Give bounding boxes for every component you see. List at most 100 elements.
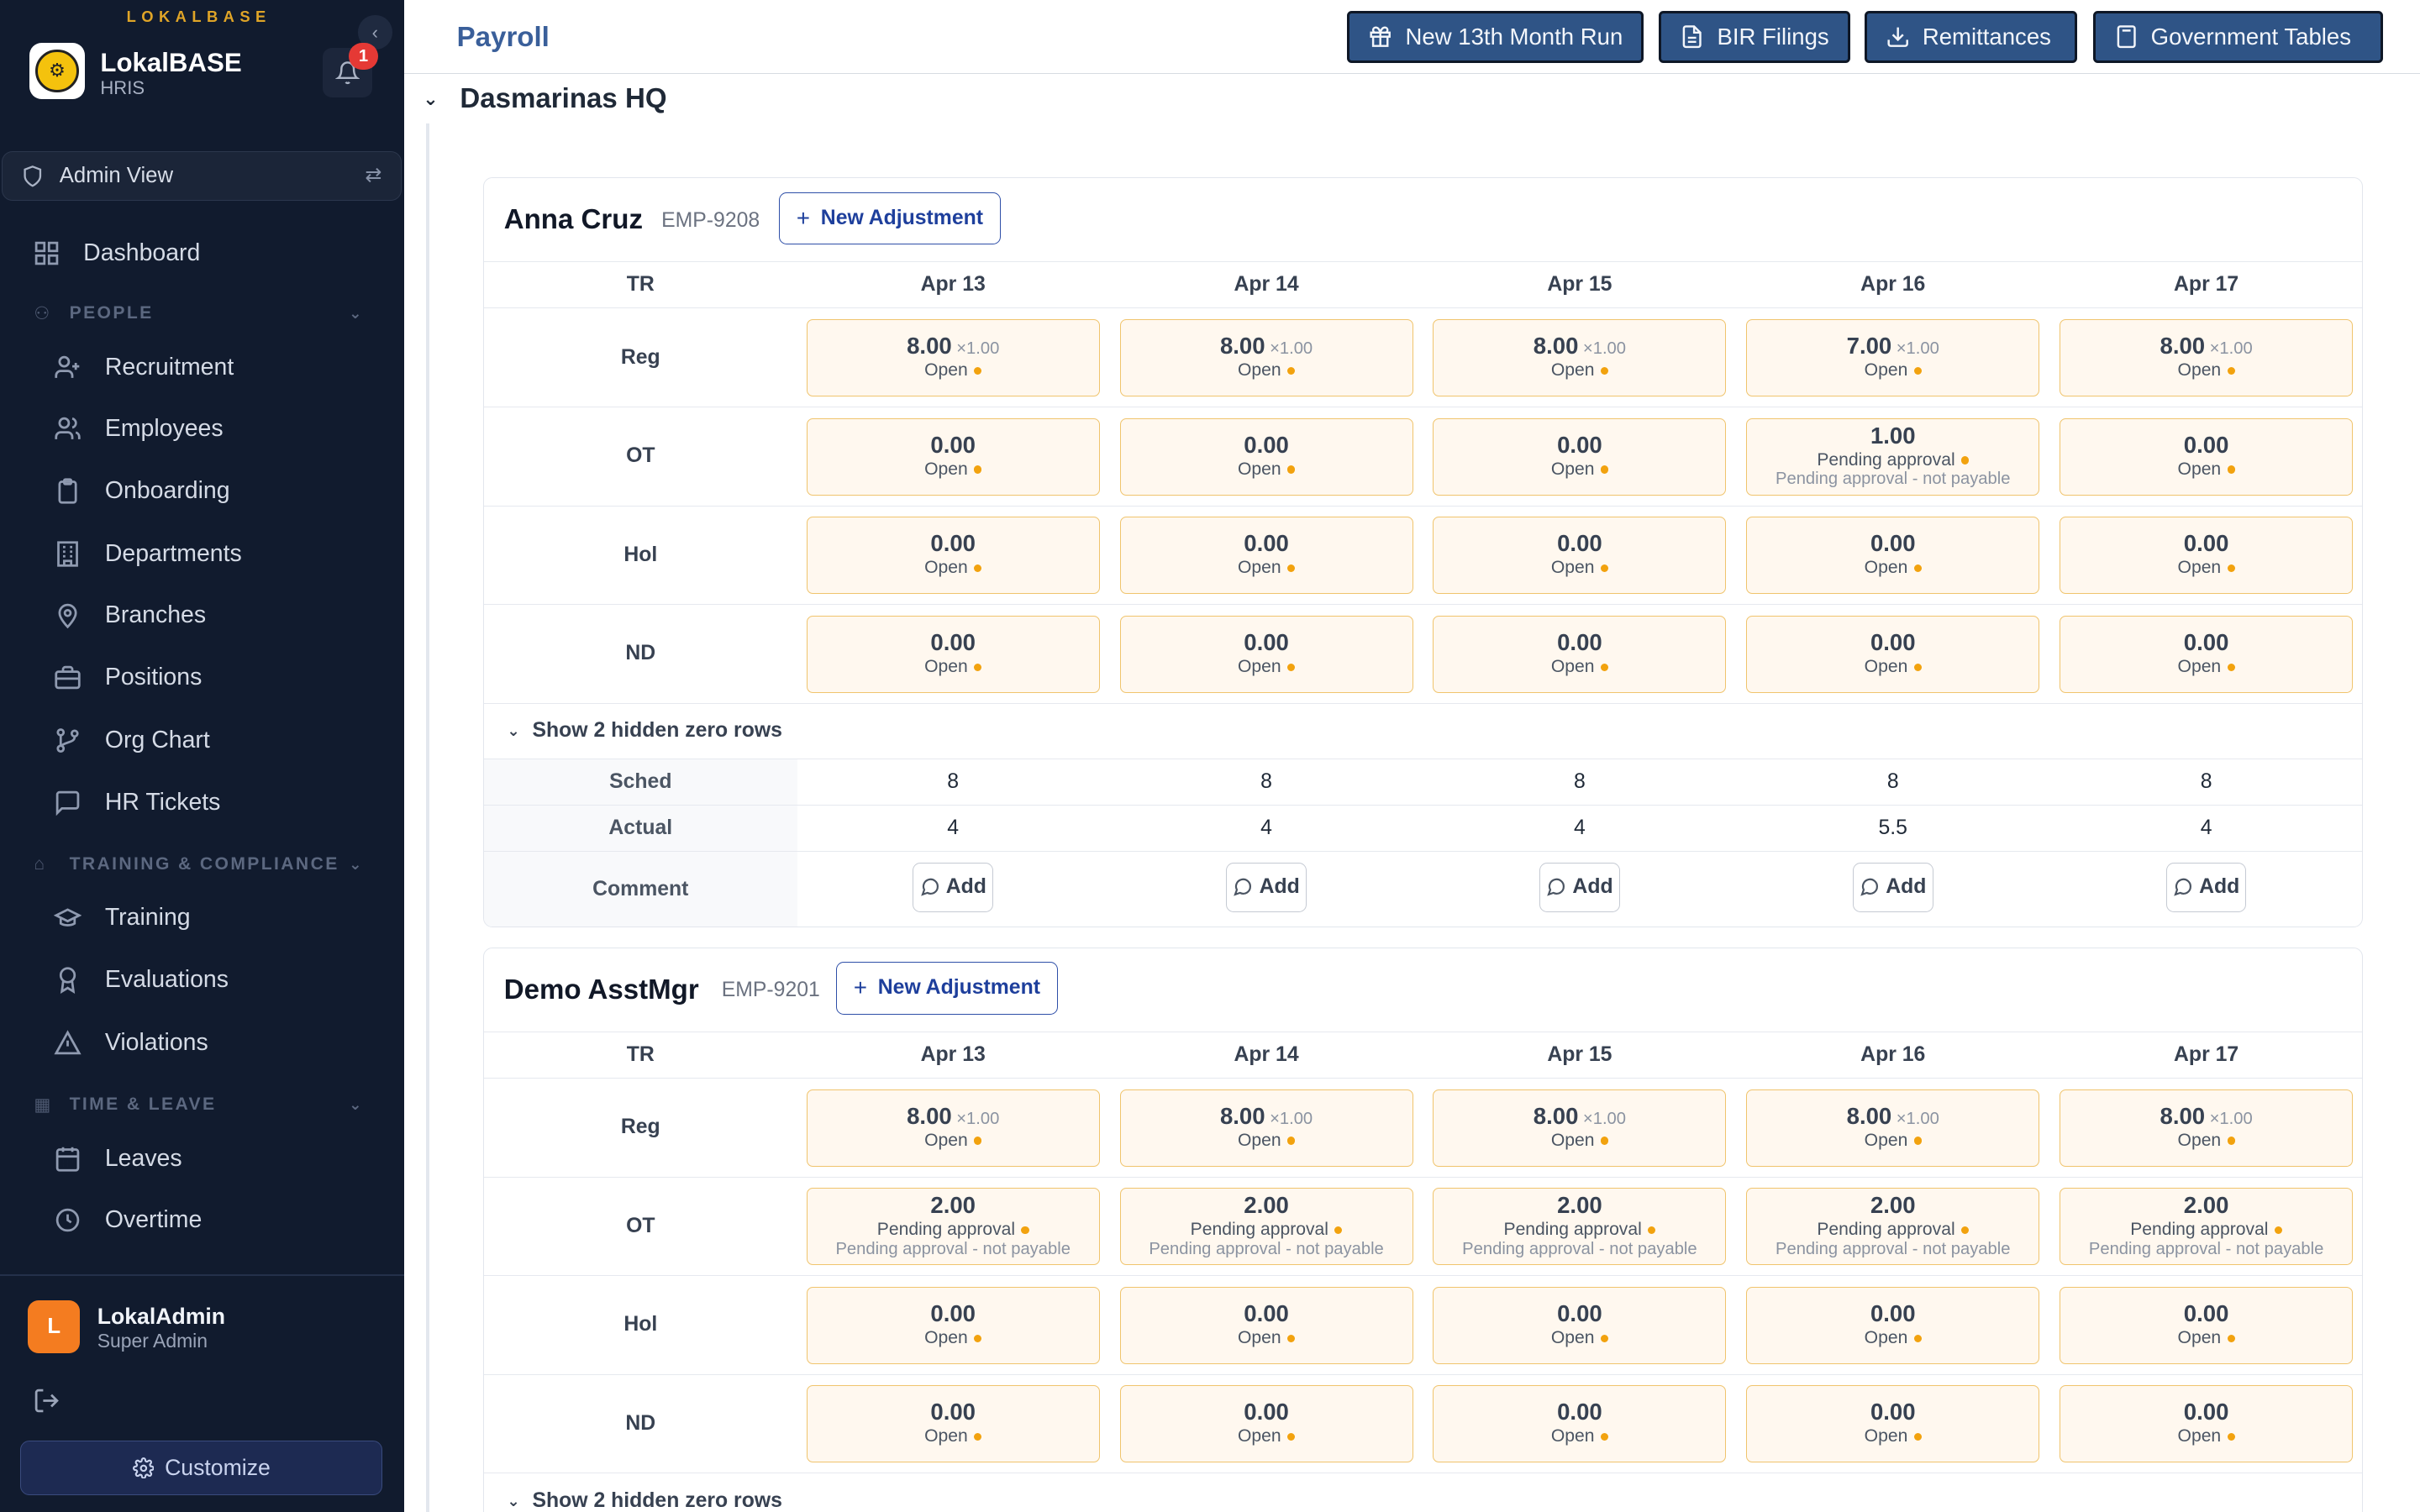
sidebar-item-onboarding[interactable]: Onboarding bbox=[52, 468, 230, 514]
status-text: Open bbox=[1864, 360, 1908, 381]
hours-cell[interactable]: 0.00 Open bbox=[1433, 1385, 1727, 1463]
hours-value: 8.00 bbox=[2160, 1102, 2206, 1129]
hours-cell[interactable]: 7.00 ×1.00 Open bbox=[1746, 319, 2040, 397]
hours-cell[interactable]: 0.00 Open bbox=[1433, 417, 1727, 496]
sidebar-item-org-chart[interactable]: Org Chart bbox=[52, 717, 210, 764]
hours-cell[interactable]: 0.00 Open bbox=[1119, 517, 1413, 595]
add-comment-button[interactable]: Add bbox=[1853, 862, 1933, 912]
hours-cell[interactable]: 2.00 Pending approval Pending approval - n… bbox=[1119, 1188, 1413, 1266]
users-icon bbox=[52, 413, 83, 444]
sidebar-item-positions[interactable]: Positions bbox=[52, 654, 202, 701]
hours-cell[interactable]: 2.00 Pending approval Pending approval - n… bbox=[1746, 1188, 2040, 1266]
section-time-leave[interactable]: ▦ TIME & LEAVE ⌄ bbox=[34, 1091, 361, 1119]
sidebar-item-training[interactable]: Training bbox=[52, 895, 191, 941]
hours-cell[interactable]: 0.00 Open bbox=[1433, 615, 1727, 693]
hours-cell[interactable]: 2.00 Pending approval Pending approval - n… bbox=[1433, 1188, 1727, 1266]
bir-filings-button[interactable]: BIR Filings bbox=[1659, 10, 1851, 64]
not-payable-note: Pending approval - not payable bbox=[1776, 1240, 2011, 1258]
message-circle-icon bbox=[1860, 879, 1879, 896]
sidebar-item-label: Onboarding bbox=[104, 476, 230, 504]
hours-cell[interactable]: 0.00 Open bbox=[1433, 517, 1727, 595]
sidebar-item-employees[interactable]: Employees bbox=[52, 406, 224, 452]
hours-cell[interactable]: 8.00 ×1.00 Open bbox=[1119, 1089, 1413, 1167]
hours-cell[interactable]: 0.00 Open bbox=[806, 615, 1100, 693]
sidebar-item-branches[interactable]: Branches bbox=[52, 592, 206, 638]
hours-cell[interactable]: 0.00 Open bbox=[1746, 517, 2040, 595]
logout-button[interactable] bbox=[33, 1387, 64, 1418]
hours-cell[interactable]: 0.00 Open bbox=[806, 1286, 1100, 1364]
hours-cell[interactable]: 8.00 ×1.00 Open bbox=[2060, 1089, 2354, 1167]
branch-group-toggle[interactable]: ⌄ Dasmarinas HQ bbox=[423, 83, 666, 115]
new-adjustment-button[interactable]: + New Adjustment bbox=[835, 962, 1059, 1015]
hours-cell[interactable]: 0.00 Open bbox=[2060, 417, 2354, 496]
show-hidden-rows-toggle[interactable]: ⌄ Show 2 hidden zero rows bbox=[507, 1489, 782, 1512]
section-training-compliance[interactable]: ⌂ TRAINING & COMPLIANCE ⌄ bbox=[34, 850, 361, 878]
new-13th-month-run-button[interactable]: New 13th Month Run bbox=[1347, 10, 1644, 64]
hours-cell[interactable]: 8.00 ×1.00 Open bbox=[1433, 319, 1727, 397]
hours-value-line: 8.00 ×1.00 bbox=[1121, 1103, 1413, 1130]
hours-cell[interactable]: 8.00 ×1.00 Open bbox=[1433, 1089, 1727, 1167]
add-comment-button[interactable]: Add bbox=[1226, 862, 1307, 912]
hours-cell[interactable]: 0.00 Open bbox=[2060, 1385, 2354, 1463]
hours-cell[interactable]: 0.00 Open bbox=[1433, 1286, 1727, 1364]
hours-cell[interactable]: 0.00 Open bbox=[1119, 1385, 1413, 1463]
hours-cell[interactable]: 0.00 Open bbox=[1746, 1385, 2040, 1463]
view-switcher[interactable]: Admin View ⇄ bbox=[1, 150, 402, 201]
avatar[interactable]: L bbox=[28, 1300, 81, 1353]
add-comment-button[interactable]: Add bbox=[1539, 862, 1620, 912]
hidden-rows-row: ⌄ Show 2 hidden zero rows bbox=[483, 1473, 2362, 1512]
hours-cell[interactable]: 8.00 ×1.00 Open bbox=[1746, 1089, 2040, 1167]
rate-multiplier: ×1.00 bbox=[2209, 339, 2253, 359]
status-line: Pending approval bbox=[2060, 1220, 2352, 1240]
hours-cell[interactable]: 8.00 ×1.00 Open bbox=[806, 319, 1100, 397]
hours-cell[interactable]: 0.00 Open bbox=[1746, 615, 2040, 693]
button-label: Government Tables bbox=[2150, 24, 2351, 50]
show-hidden-rows-toggle[interactable]: ⌄ Show 2 hidden zero rows bbox=[507, 719, 782, 743]
section-label: TIME & LEAVE bbox=[69, 1095, 217, 1115]
hours-cell[interactable]: 0.00 Open bbox=[806, 1385, 1100, 1463]
sidebar-item-hr-tickets[interactable]: HR Tickets bbox=[52, 780, 220, 826]
remittances-button[interactable]: Remittances bbox=[1864, 10, 2078, 64]
hours-cell[interactable]: 1.00 Pending approval Pending approval - n… bbox=[1746, 417, 2040, 496]
hours-cell[interactable]: 0.00 Open bbox=[806, 517, 1100, 595]
customize-button[interactable]: Customize bbox=[19, 1441, 383, 1495]
hours-value-line: 0.00 bbox=[2060, 1300, 2352, 1327]
sidebar-item-recruitment[interactable]: Recruitment bbox=[52, 344, 234, 391]
hours-cell[interactable]: 0.00 Open bbox=[2060, 615, 2354, 693]
hours-value: 2.00 bbox=[2183, 1192, 2229, 1219]
notification-count-badge: 1 bbox=[349, 43, 378, 70]
message-circle-icon bbox=[1234, 879, 1252, 896]
status-dot-icon bbox=[1913, 1334, 1922, 1342]
hours-cell[interactable]: 2.00 Pending approval Pending approval - n… bbox=[2060, 1188, 2354, 1266]
add-comment-button[interactable]: Add bbox=[913, 862, 993, 912]
calendar-icon: ▦ bbox=[34, 1095, 53, 1116]
summary-label: Sched bbox=[483, 759, 797, 805]
hours-cell[interactable]: 0.00 Open bbox=[2060, 1286, 2354, 1364]
hours-cell[interactable]: 0.00 Open bbox=[806, 417, 1100, 496]
hours-value: 8.00 bbox=[1846, 1102, 1892, 1129]
hours-cell[interactable]: 2.00 Pending approval Pending approval - n… bbox=[806, 1188, 1100, 1266]
hours-cell[interactable]: 0.00 Open bbox=[1119, 615, 1413, 693]
add-comment-button[interactable]: Add bbox=[2165, 862, 2247, 912]
sidebar-item-dashboard[interactable]: Dashboard bbox=[31, 230, 200, 276]
section-people[interactable]: ⚇ PEOPLE ⌄ bbox=[34, 299, 361, 327]
sidebar-item-leaves[interactable]: Leaves bbox=[52, 1136, 182, 1182]
hours-cell[interactable]: 0.00 Open bbox=[1746, 1286, 2040, 1364]
hours-cell[interactable]: 0.00 Open bbox=[2060, 517, 2354, 595]
alert-triangle-icon bbox=[52, 1027, 83, 1058]
sidebar-item-evaluations[interactable]: Evaluations bbox=[52, 957, 229, 1003]
status-text: Open bbox=[1550, 1426, 1595, 1446]
government-tables-button[interactable]: Government Tables bbox=[2092, 10, 2383, 64]
hours-cell[interactable]: 8.00 ×1.00 Open bbox=[1119, 319, 1413, 397]
hours-cell[interactable]: 0.00 Open bbox=[1119, 417, 1413, 496]
sidebar-item-departments[interactable]: Departments bbox=[52, 531, 242, 577]
status-line: Open bbox=[1434, 1426, 1725, 1446]
new-adjustment-button[interactable]: + New Adjustment bbox=[778, 192, 1002, 245]
hours-cell[interactable]: 8.00 ×1.00 Open bbox=[806, 1089, 1100, 1167]
sidebar-item-violations[interactable]: Violations bbox=[52, 1020, 208, 1066]
status-line: Open bbox=[808, 459, 1099, 480]
hours-value-line: 0.00 bbox=[808, 629, 1099, 656]
hours-cell[interactable]: 0.00 Open bbox=[1119, 1286, 1413, 1364]
hours-cell[interactable]: 8.00 ×1.00 Open bbox=[2060, 319, 2354, 397]
sidebar-item-overtime[interactable]: Overtime bbox=[52, 1197, 202, 1243]
